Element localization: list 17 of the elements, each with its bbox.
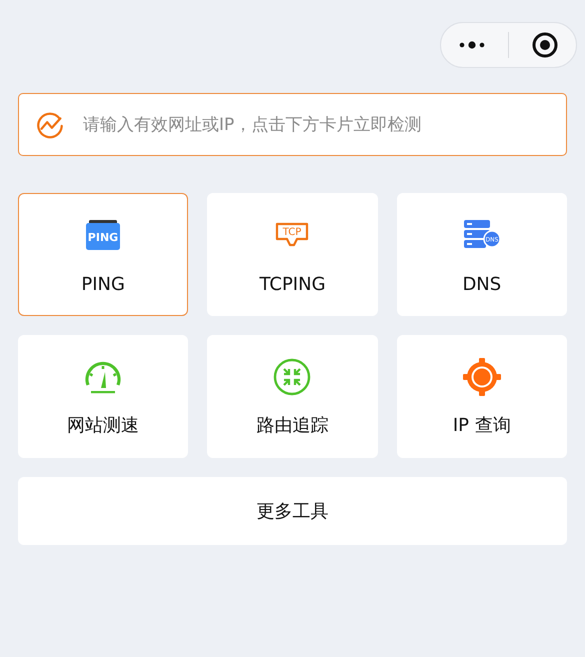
tool-label: 路由追踪 xyxy=(256,414,328,437)
tool-label: TCPING xyxy=(259,274,326,295)
more-tools-button[interactable]: 更多工具 xyxy=(18,477,567,545)
target-icon xyxy=(462,358,501,396)
close-icon[interactable] xyxy=(532,32,558,58)
tool-label: DNS xyxy=(462,274,502,295)
tool-label: 网站测速 xyxy=(67,414,140,437)
search-field[interactable]: 请输入有效网址或IP，点击下方卡片立即检测 xyxy=(18,93,567,156)
tool-card[interactable]: PING PING xyxy=(18,193,188,316)
tool-card[interactable]: 路由追踪 xyxy=(207,335,378,458)
tool-card[interactable]: IP 查询 xyxy=(396,335,567,458)
tool-label: IP 查询 xyxy=(452,414,511,437)
tool-label: PING xyxy=(81,274,125,295)
tool-card[interactable]: TCP TCPING xyxy=(207,193,378,316)
tool-card[interactable]: 网站测速 xyxy=(18,335,188,458)
more-icon[interactable] xyxy=(458,40,485,50)
arrows-icon xyxy=(273,358,312,396)
